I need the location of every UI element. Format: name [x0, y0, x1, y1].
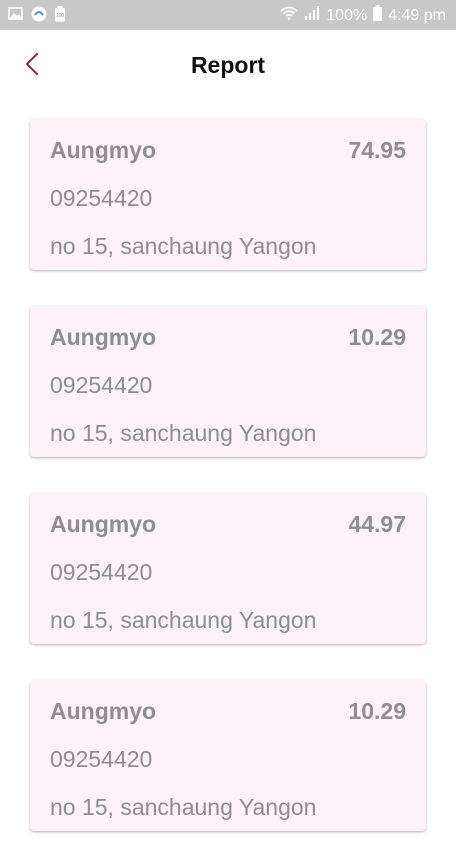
- card-header: Aungmyo 10.29: [50, 696, 406, 726]
- report-card[interactable]: Aungmyo 74.95 09254420 no 15, sanchaung …: [30, 119, 426, 270]
- battery-icon: [373, 5, 383, 26]
- card-header: Aungmyo 44.97: [50, 509, 406, 539]
- card-address: no 15, sanchaung Yangon: [50, 420, 317, 446]
- card-name: Aungmyo: [50, 136, 157, 163]
- card-address: no 15, sanchaung Yangon: [50, 794, 317, 820]
- card-address: no 15, sanchaung Yangon: [50, 607, 317, 633]
- card-amount: 10.29: [348, 697, 406, 724]
- svg-text:100: 100: [56, 13, 65, 19]
- battery-saver-icon: 100: [54, 6, 69, 22]
- signal-icon: [304, 6, 320, 25]
- report-card[interactable]: Aungmyo 10.29 09254420 no 15, sanchaung …: [30, 306, 426, 457]
- card-phone: 09254420: [50, 746, 153, 772]
- card-amount: 74.95: [348, 136, 406, 163]
- card-header: Aungmyo 10.29: [50, 322, 406, 352]
- wifi-icon: [280, 6, 298, 25]
- card-amount: 10.29: [348, 323, 406, 350]
- page-title: Report: [190, 52, 266, 78]
- status-bar-right: 100% 4:49 pm: [280, 5, 446, 26]
- status-bar: 100 100% 4:49 pm: [0, 0, 456, 30]
- card-amount: 44.97: [348, 510, 406, 537]
- card-name: Aungmyo: [50, 510, 157, 537]
- report-card[interactable]: Aungmyo 44.97 09254420 no 15, sanchaung …: [30, 493, 426, 644]
- app-icon: [31, 6, 47, 22]
- report-card[interactable]: Aungmyo 10.29 09254420 no 15, sanchaung …: [30, 680, 426, 831]
- card-name: Aungmyo: [50, 323, 157, 350]
- card-phone: 09254420: [50, 372, 153, 398]
- gallery-icon: [8, 6, 23, 21]
- card-name: Aungmyo: [50, 697, 157, 724]
- battery-percent: 100%: [326, 6, 368, 24]
- card-phone: 09254420: [50, 559, 153, 585]
- status-bar-left: 100: [8, 6, 69, 22]
- clock: 4:49 pm: [388, 6, 446, 24]
- card-address: no 15, sanchaung Yangon: [50, 233, 317, 259]
- card-header: Aungmyo 74.95: [50, 135, 406, 165]
- card-phone: 09254420: [50, 185, 153, 211]
- app-bar: Report: [0, 30, 456, 102]
- report-list: Aungmyo 74.95 09254420 no 15, sanchaung …: [30, 119, 426, 867]
